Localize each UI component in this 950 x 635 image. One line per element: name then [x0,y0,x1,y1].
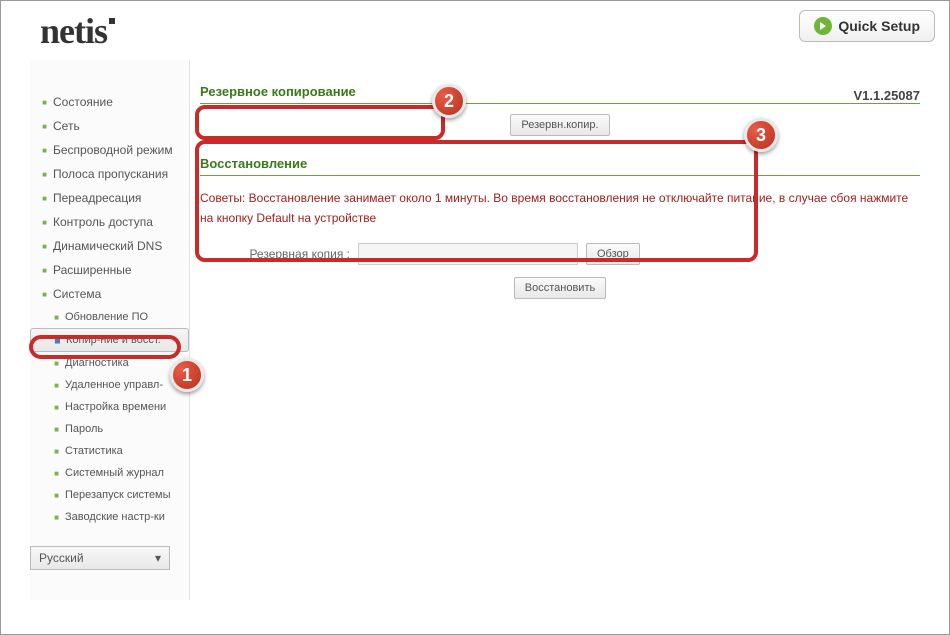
quick-setup-label: Quick Setup [838,18,920,34]
sidebar: ■ Состояние ■ Сеть ■ Беспроводной режим ■ По… [30,60,190,600]
bullet-icon: ■ [52,313,61,322]
bullet-icon: ■ [40,170,49,179]
bullet-icon: ■ [40,146,49,155]
bullet-icon: ■ [52,359,61,368]
restore-title: Восстановление [200,152,920,176]
content: Резервное копирование Резервн.копир. Вос… [190,60,950,600]
nav-status[interactable]: ■ Состояние [30,90,189,114]
nav-access[interactable]: ■ Контроль доступа [30,210,189,234]
restore-hint: Советы: Восстановление занимает около 1 … [200,184,920,239]
nav-label: Переадресация [53,191,141,205]
file-label: Резервная копия : [230,247,350,261]
arrow-icon [814,17,832,35]
annotation-badge-2: 2 [432,84,466,118]
nav-label: Контроль доступа [53,215,153,229]
nav-time[interactable]: ■ Настройка времени [30,396,189,418]
language-select[interactable]: Русский ▾ [30,546,170,570]
nav-label: Копир-ние и восст. [66,334,161,346]
backup-section: Резервное копирование Резервн.копир. [200,80,920,138]
restore-button[interactable]: Восстановить [514,277,606,299]
nav-label: Статистика [65,445,123,457]
nav-label: Беспроводной режим [53,143,173,157]
bullet-icon: ■ [40,98,49,107]
nav-factory[interactable]: ■ Заводские настр-ки [30,506,189,528]
nav-reboot[interactable]: ■ Перезапуск системы [30,484,189,506]
nav-label: Заводские настр-ки [65,511,165,523]
nav-wireless[interactable]: ■ Беспроводной режим [30,138,189,162]
nav-diagnostics[interactable]: ■ Диагностика [30,352,189,374]
bullet-icon: ■ [52,513,61,522]
nav-system[interactable]: ■ Система [30,282,189,306]
backup-title: Резервное копирование [200,80,920,104]
nav-network[interactable]: ■ Сеть [30,114,189,138]
nav-label: Перезапуск системы [65,489,171,501]
backup-button[interactable]: Резервн.копир. [510,114,609,136]
nav-remote[interactable]: ■ Удаленное управл- [30,374,189,396]
nav-label: Сеть [53,119,80,133]
quick-setup-button[interactable]: Quick Setup [799,10,935,42]
browse-button[interactable]: Обзор [586,243,640,265]
nav-advanced[interactable]: ■ Расширенные [30,258,189,282]
bullet-icon: ■ [52,403,61,412]
nav-label: Динамический DNS [53,239,162,253]
annotation-badge-3: 3 [744,118,778,152]
language-label: Русский [39,551,84,565]
restore-section: Восстановление Советы: Восстановление за… [200,152,920,301]
nav-ddns[interactable]: ■ Динамический DNS [30,234,189,258]
bullet-icon: ■ [40,218,49,227]
nav-label: Удаленное управл- [65,379,163,391]
nav-forwarding[interactable]: ■ Переадресация [30,186,189,210]
bullet-icon: ◼ [53,336,62,345]
logo: netis [40,11,107,51]
chevron-down-icon: ▾ [155,551,161,565]
nav-syslog[interactable]: ■ Системный журнал [30,462,189,484]
nav-label: Полоса пропускания [53,167,168,181]
bullet-icon: ■ [52,469,61,478]
nav-label: Пароль [65,423,103,435]
nav-label: Обновление ПО [65,311,148,323]
bullet-icon: ■ [52,491,61,500]
bullet-icon: ■ [40,242,49,251]
nav-label: Система [53,287,101,301]
nav-label: Системный журнал [65,467,164,479]
logo-dot [109,18,115,24]
bullet-icon: ■ [40,266,49,275]
bullet-icon: ■ [40,194,49,203]
nav-bandwidth[interactable]: ■ Полоса пропускания [30,162,189,186]
bullet-icon: ■ [52,425,61,434]
nav-stats[interactable]: ■ Статистика [30,440,189,462]
bullet-icon: ■ [40,122,49,131]
bullet-icon: ■ [52,447,61,456]
nav-label: Состояние [53,95,113,109]
nav-label: Настройка времени [65,401,166,413]
file-input[interactable] [358,243,578,265]
nav-firmware[interactable]: ■ Обновление ПО [30,306,189,328]
annotation-badge-1: 1 [170,358,204,392]
nav-backup-restore[interactable]: ◼ Копир-ние и восст. [30,328,189,352]
bullet-icon: ■ [52,381,61,390]
bullet-icon: ■ [40,290,49,299]
nav-password[interactable]: ■ Пароль [30,418,189,440]
nav-label: Расширенные [53,263,132,277]
nav-label: Диагностика [65,357,129,369]
